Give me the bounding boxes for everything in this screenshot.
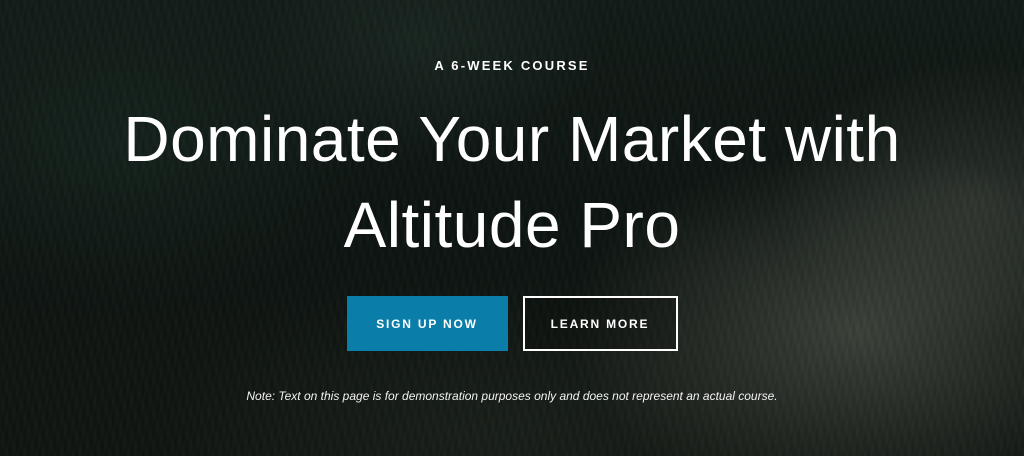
course-eyebrow-label: A 6-WEEK COURSE — [434, 58, 590, 73]
disclaimer-note: Note: Text on this page is for demonstra… — [246, 389, 778, 403]
hero-section: A 6-WEEK COURSE Dominate Your Market wit… — [0, 0, 1024, 456]
hero-actions: SIGN UP NOW LEARN MORE — [0, 296, 1024, 351]
learn-more-button[interactable]: LEARN MORE — [522, 296, 678, 351]
sign-up-button[interactable]: SIGN UP NOW — [346, 296, 508, 351]
hero-headline: Dominate Your Market with Altitude Pro — [123, 103, 901, 261]
